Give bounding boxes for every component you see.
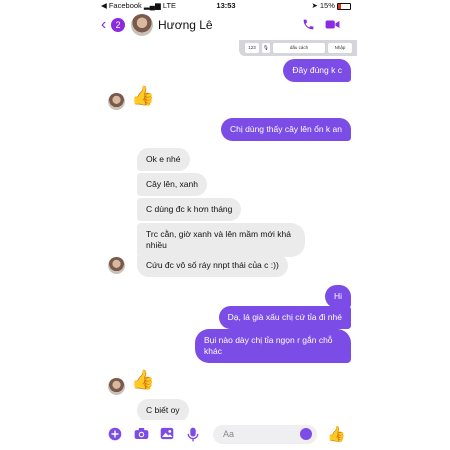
key-return: Nhập <box>328 43 352 53</box>
message-bubble-out[interactable]: Hi <box>324 285 351 308</box>
message-bubble-in[interactable]: Trc cằn, giờ xanh và lên mầm mới khá nhi… <box>137 223 305 257</box>
unread-badge[interactable]: 2 <box>111 18 125 32</box>
gallery-icon[interactable] <box>159 427 175 443</box>
battery-icon <box>337 2 351 10</box>
plus-icon[interactable] <box>107 427 123 443</box>
messenger-screen: ◀ Facebook ▂▄▆ LTE 13:53 ➤ 15% ‹ 2 Hương… <box>95 0 357 450</box>
video-camera-icon[interactable] <box>325 18 340 32</box>
status-bar: ◀ Facebook ▂▄▆ LTE 13:53 ➤ 15% <box>95 0 357 12</box>
message-bubble-out[interactable]: Đây đúng k c <box>283 59 351 82</box>
key-space: dấu cách <box>273 43 325 53</box>
message-bubble-in[interactable]: C biết oy <box>137 399 189 422</box>
phone-icon[interactable] <box>301 18 315 32</box>
camera-icon[interactable] <box>133 427 149 443</box>
conversation-header: ‹ 2 Hương Lê <box>95 12 357 40</box>
composer-bar: Aa 👍 <box>95 420 357 450</box>
message-bubble-out[interactable]: Dạ, lá già xấu chị cứ tỉa đi nhé <box>218 306 351 329</box>
contact-avatar-small <box>108 378 125 395</box>
shared-screenshot-keyboard-strip: 123 🎙 dấu cách Nhập <box>239 40 357 56</box>
contact-avatar-small <box>108 257 125 274</box>
contact-avatar[interactable] <box>131 14 153 36</box>
thumbs-up-icon[interactable]: 👍 <box>131 371 155 391</box>
back-chevron-icon[interactable]: ‹ <box>101 17 106 33</box>
message-list[interactable]: 123 🎙 dấu cách Nhập Đây đúng k c 👍 Chị d… <box>95 40 357 422</box>
message-bubble-in[interactable]: Cứu đc vô số ráy nnpt thái của c :)) <box>137 254 288 277</box>
message-input-placeholder: Aa <box>223 429 235 439</box>
thumbs-up-icon[interactable]: 👍 <box>327 427 346 443</box>
battery-percent: 15% <box>319 1 335 10</box>
contact-name[interactable]: Hương Lê <box>158 18 213 32</box>
location-icon: ➤ <box>311 1 318 10</box>
message-bubble-in[interactable]: Cây lên, xanh <box>137 173 207 196</box>
emoji-icon[interactable] <box>300 428 312 440</box>
message-bubble-in[interactable]: Ok e nhé <box>137 148 190 171</box>
contact-avatar-small <box>108 93 125 110</box>
message-input[interactable]: Aa <box>213 425 317 444</box>
message-bubble-out[interactable]: Chị dùng thấy cây lên ổn k an <box>221 118 351 141</box>
message-bubble-in[interactable]: C dùng đc k hơn tháng <box>137 198 242 221</box>
message-bubble-out[interactable]: Bụi nào dày chị tỉa ngọn r gắn chỗ khác <box>195 329 351 363</box>
key-123: 123 <box>245 43 259 53</box>
thumbs-up-icon[interactable]: 👍 <box>131 87 155 107</box>
mic-key-icon: 🎙 <box>262 43 270 53</box>
microphone-icon[interactable] <box>185 427 201 443</box>
